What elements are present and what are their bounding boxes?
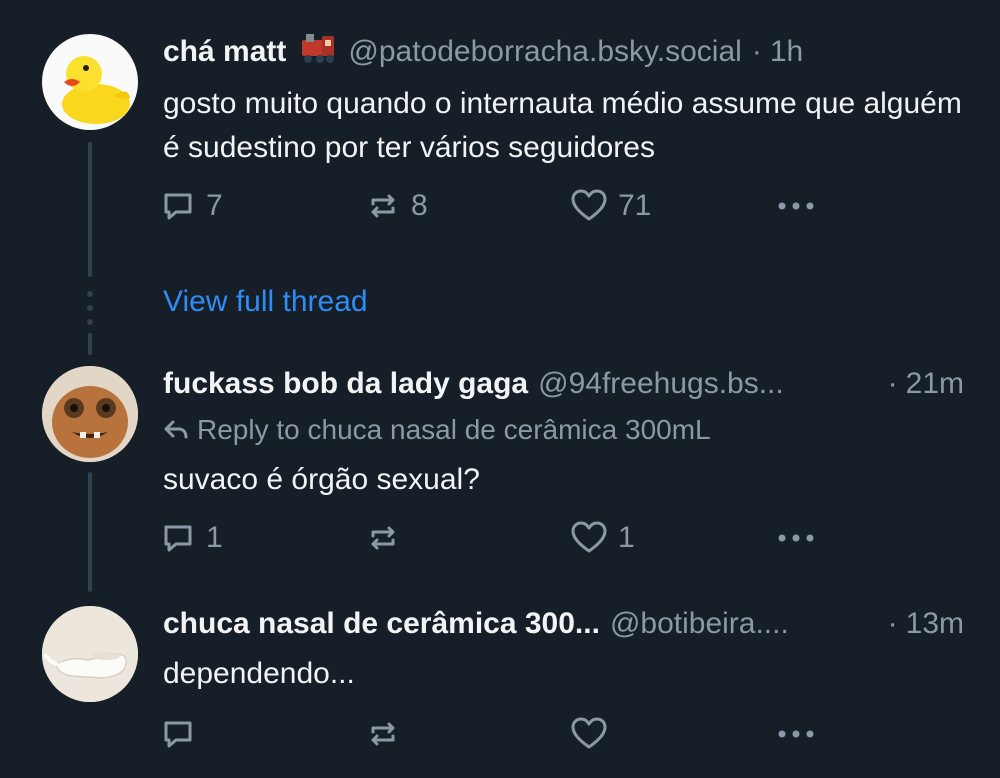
thread-ellipsis-dot xyxy=(87,319,93,325)
separator-dot: · xyxy=(887,367,898,400)
repost-button[interactable] xyxy=(365,520,411,556)
more-options-button[interactable] xyxy=(775,188,817,224)
post-time[interactable]: 1h xyxy=(770,35,803,69)
repost-icon xyxy=(371,526,395,550)
separator-dot: · xyxy=(887,607,898,640)
heart-icon xyxy=(571,189,607,221)
dinosaur-baby-avatar[interactable] xyxy=(42,366,138,462)
more-icon xyxy=(778,534,814,542)
post-text: suvaco é órgão sexual? xyxy=(163,463,480,496)
reply-button[interactable]: 1 xyxy=(160,520,223,556)
author-name[interactable]: chuca nasal de cerâmica 300... xyxy=(163,607,600,641)
thread-ellipsis-dot xyxy=(87,305,93,311)
reply-arrow-icon xyxy=(164,420,188,439)
like-count: 1 xyxy=(618,521,635,554)
heart-icon xyxy=(571,521,607,553)
more-options-button[interactable] xyxy=(775,716,817,752)
repost-icon xyxy=(371,194,395,218)
reply-button[interactable] xyxy=(160,716,206,752)
reply-button[interactable]: 7 xyxy=(160,188,223,224)
reply-icon xyxy=(164,193,192,220)
post-time[interactable]: 21m xyxy=(906,367,964,401)
post-2[interactable]: fuckass bob da lady gaga @94freehugs.bs.… xyxy=(0,352,1000,592)
more-options-button[interactable] xyxy=(775,520,817,556)
repost-icon xyxy=(371,722,395,746)
reply-count: 7 xyxy=(206,189,223,222)
rubber-duck-avatar[interactable] xyxy=(42,34,138,130)
post-time[interactable]: 13m xyxy=(906,607,964,641)
separator-dot: · xyxy=(751,35,762,68)
author-handle[interactable]: @94freehugs.bs... xyxy=(538,367,784,401)
repost-button[interactable] xyxy=(365,716,411,752)
reply-count: 1 xyxy=(206,521,223,554)
like-button[interactable] xyxy=(570,716,618,752)
author-name[interactable]: chá matt xyxy=(163,35,286,69)
like-button[interactable]: 71 xyxy=(570,188,651,224)
more-icon xyxy=(778,730,814,738)
thread-ellipsis-dot xyxy=(87,291,93,297)
reply-icon xyxy=(164,721,192,748)
heart-icon xyxy=(571,717,607,749)
reply-icon xyxy=(164,525,192,552)
author-name[interactable]: fuckass bob da lady gaga xyxy=(163,367,528,401)
post-text: dependendo... xyxy=(163,657,355,690)
more-icon xyxy=(778,202,814,210)
train-icon xyxy=(300,30,338,74)
like-button[interactable]: 1 xyxy=(570,520,635,556)
author-handle[interactable]: @patodeborracha.bsky.social xyxy=(348,35,741,69)
post-3[interactable]: chuca nasal de cerâmica 300... @botibeir… xyxy=(0,592,1000,778)
repost-button[interactable]: 8 xyxy=(365,188,428,224)
reply-to-indicator[interactable]: Reply to chuca nasal de cerâmica 300mL xyxy=(163,414,711,446)
like-count: 71 xyxy=(618,189,652,222)
reply-to-label: Reply to chuca nasal de cerâmica 300mL xyxy=(197,414,711,445)
post-1[interactable]: chá matt @patodeborracha.bsky.social · 1… xyxy=(0,0,1000,270)
neti-pot-avatar[interactable] xyxy=(42,606,138,702)
view-full-thread-link[interactable]: View full thread xyxy=(163,285,368,319)
repost-count: 8 xyxy=(411,189,428,222)
post-text: gosto muito quando o internauta médio as… xyxy=(163,87,962,164)
author-handle[interactable]: @botibeira.... xyxy=(610,607,789,641)
